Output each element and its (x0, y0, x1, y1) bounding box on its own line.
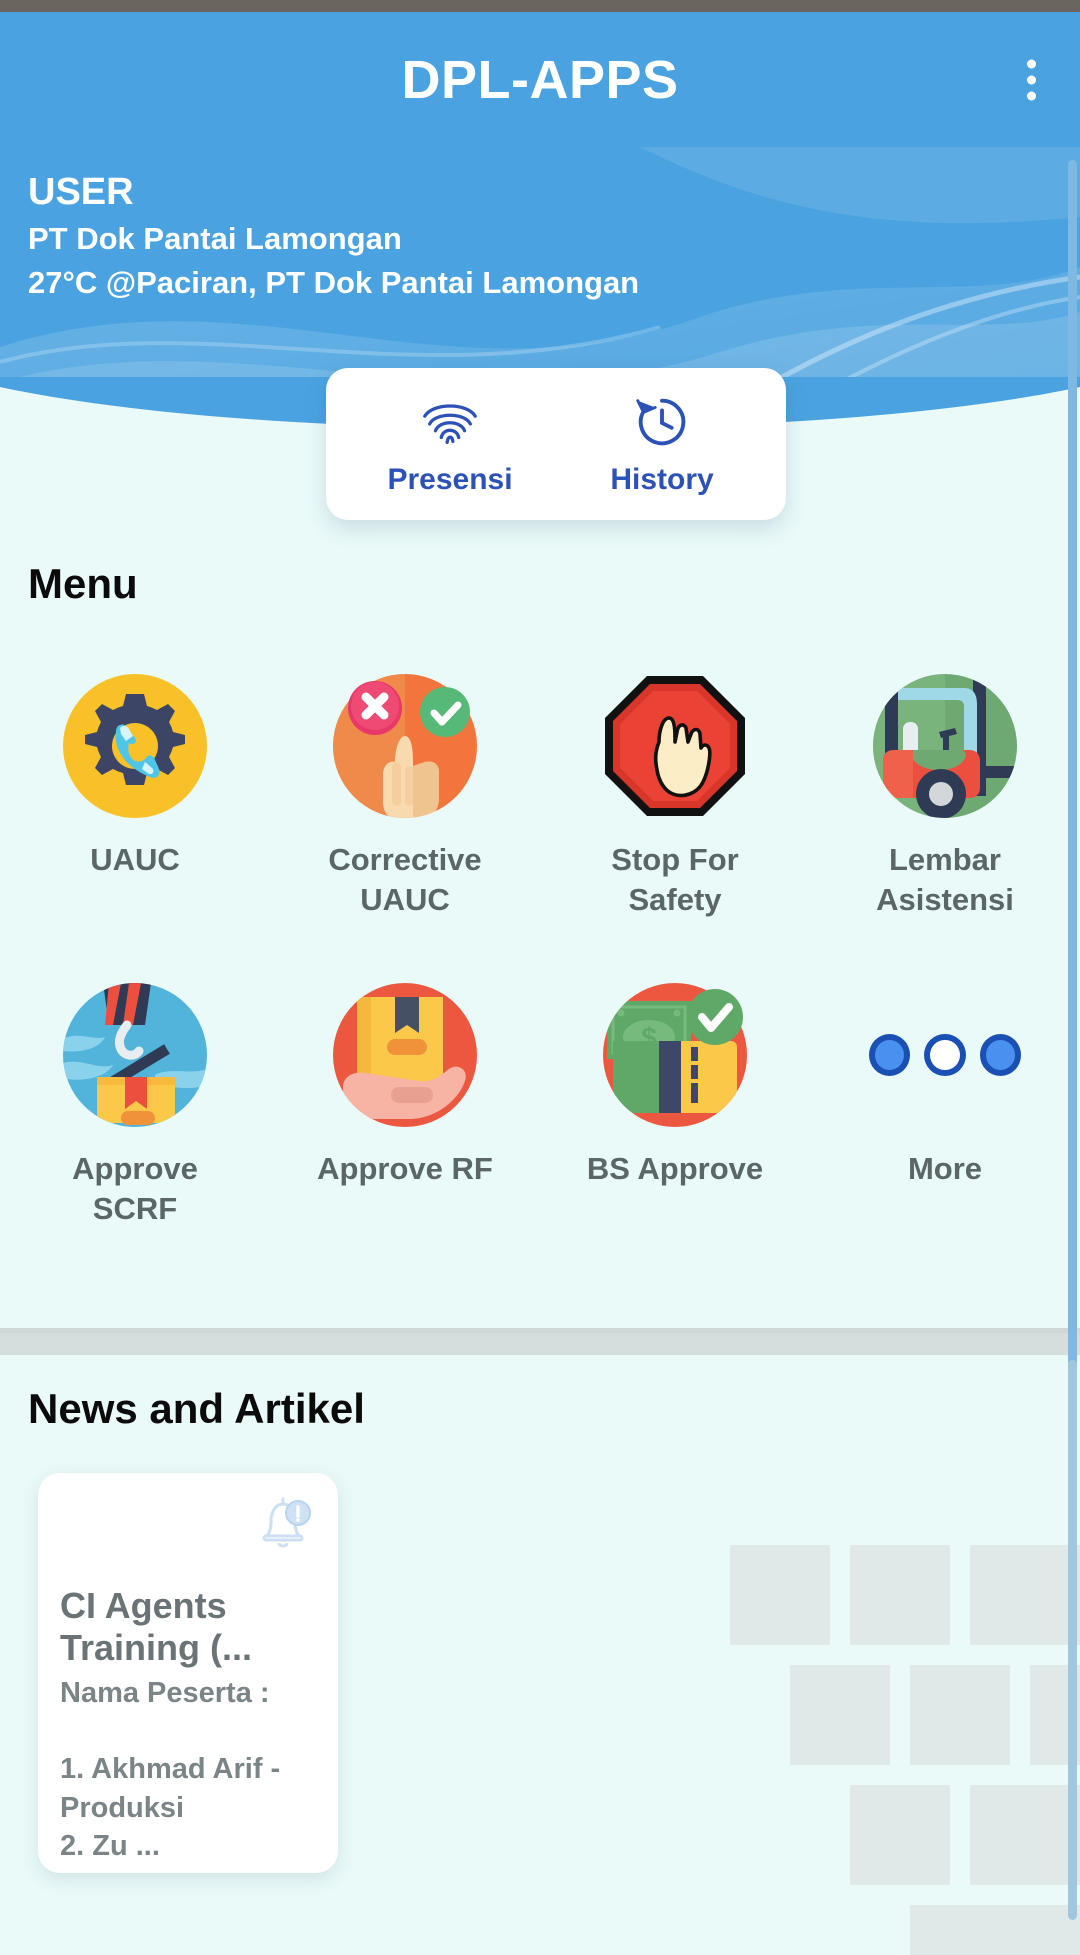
crane-hook-box-icon (59, 979, 211, 1131)
menu-section: Menu UAUC Corrective UAUC Stop For Safet… (0, 560, 1080, 1229)
forklift-icon (869, 670, 1021, 822)
menu-item-corrective-uauc[interactable]: Corrective UAUC (270, 670, 540, 919)
background-pattern (730, 1545, 1080, 1955)
menu-label: UAUC (90, 842, 180, 877)
system-status-bar (0, 0, 1080, 12)
scrollbar-thumb-secondary[interactable] (1068, 1360, 1077, 1920)
menu-item-lembar-asistensi[interactable]: Lembar Asistensi (810, 670, 1080, 919)
menu-label: BS Approve (586, 1151, 764, 1187)
menu-label: Stop For Safety (611, 842, 739, 917)
presence-card: Presensi History (326, 368, 786, 520)
news-card[interactable]: CI Agents Training (... Nama Peserta : 1… (38, 1473, 338, 1873)
weather-location: 27°C @Paciran, PT Dok Pantai Lamongan (28, 264, 640, 300)
news-title: News and Artikel (28, 1385, 365, 1432)
presensi-label: Presensi (387, 463, 513, 496)
app-title: DPL-APPS (401, 49, 679, 110)
history-button[interactable]: History (572, 385, 752, 503)
menu-title: Menu (28, 560, 138, 607)
menu-label: Lembar Asistensi (876, 842, 1014, 917)
three-dots-icon (869, 979, 1021, 1131)
news-section: News and Artikel CI Agents Training (...… (0, 1355, 1080, 1955)
hand-tap-check-cross-icon (329, 670, 481, 822)
history-label: History (610, 463, 714, 496)
menu-item-approve-scrf[interactable]: Approve SCRF (0, 979, 270, 1228)
presensi-button[interactable]: Presensi (360, 385, 540, 503)
hero-text-block: USER PT Dok Pantai Lamongan 27°C @Pacira… (28, 169, 639, 305)
menu-item-more[interactable]: More (810, 979, 1080, 1228)
menu-item-uauc[interactable]: UAUC (0, 670, 270, 919)
bell-alert-icon (250, 1491, 316, 1562)
user-label: USER (28, 171, 134, 213)
company-name: PT Dok Pantai Lamongan (28, 220, 402, 256)
menu-label: Corrective UAUC (328, 842, 482, 917)
stop-hand-octagon-icon (599, 670, 751, 822)
menu-item-approve-rf[interactable]: Approve RF (270, 979, 540, 1228)
menu-label: Approve RF (317, 1151, 493, 1187)
menu-item-stop-for-safety[interactable]: Stop For Safety (540, 670, 810, 919)
hand-holding-box-icon (329, 979, 481, 1131)
history-clock-icon (631, 391, 693, 453)
news-card-body: Nama Peserta : 1. Akhmad Arif - Produksi… (60, 1676, 281, 1862)
scrollbar-thumb[interactable] (1068, 160, 1077, 1480)
menu-item-bs-approve[interactable]: $ BS Approve (540, 979, 810, 1228)
gear-phone-icon (59, 670, 211, 822)
fingerprint-icon (419, 391, 481, 453)
menu-label: Approve SCRF (72, 1151, 198, 1227)
section-divider (0, 1333, 1080, 1355)
kebab-menu-icon[interactable] (1021, 53, 1042, 106)
news-card-title: CI Agents Training (... (60, 1585, 253, 1669)
menu-grid: UAUC Corrective UAUC Stop For Safety Lem… (0, 670, 1080, 1229)
app-bar: DPL-APPS (0, 12, 1080, 147)
money-check-icon: $ (599, 979, 751, 1131)
menu-label: More (907, 1151, 983, 1187)
